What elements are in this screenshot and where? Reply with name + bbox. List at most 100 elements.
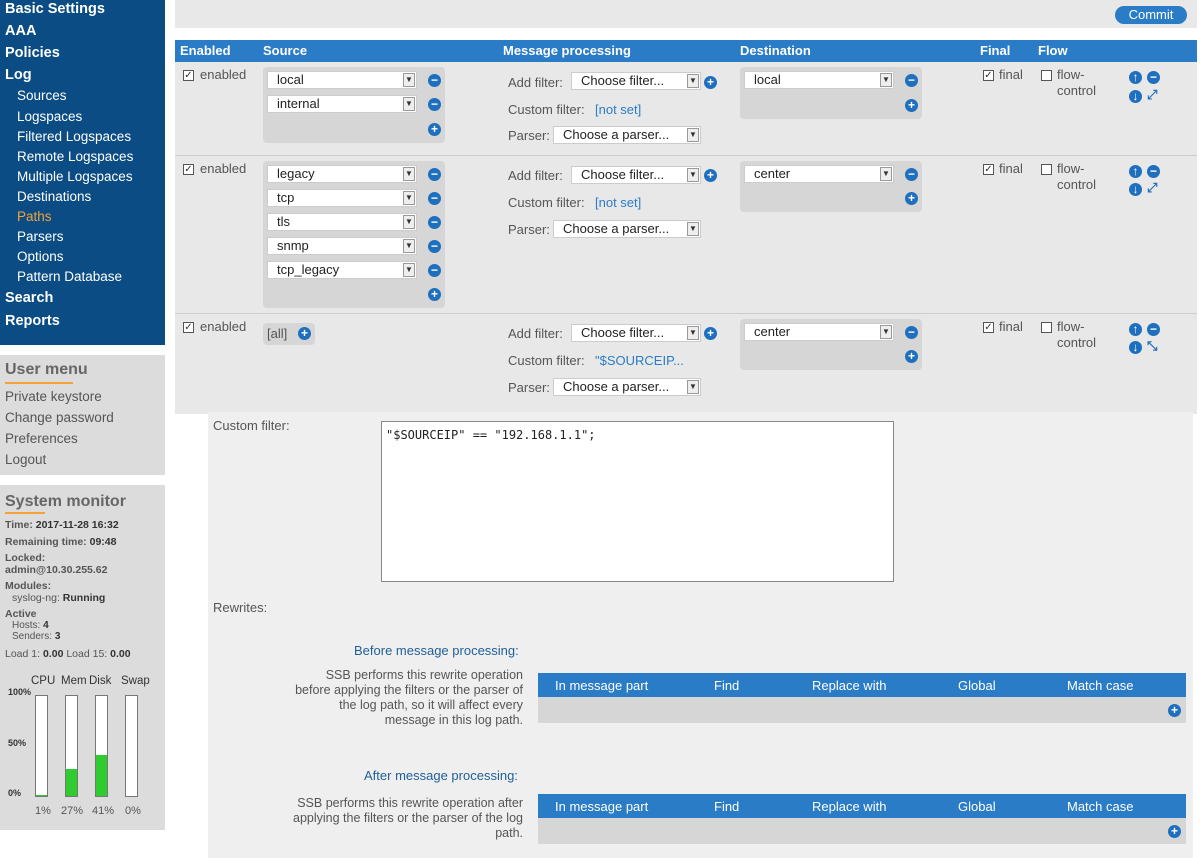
remove-destination-icon[interactable]: −: [905, 74, 918, 87]
nav-log-filtered-logspaces[interactable]: Filtered Logspaces: [17, 129, 131, 144]
nav-log-sources[interactable]: Sources: [17, 88, 67, 103]
remove-destination-icon[interactable]: −: [905, 168, 918, 181]
move-down-icon[interactable]: ↓: [1129, 90, 1142, 103]
parser-select[interactable]: Choose a parser... ▼: [553, 220, 701, 238]
nav-log-remote-logspaces[interactable]: Remote Logspaces: [17, 149, 133, 164]
user-menu-change-password[interactable]: Change password: [5, 410, 114, 425]
sysmon-senders: Senders: 3: [12, 631, 61, 642]
delete-path-icon[interactable]: −: [1147, 165, 1160, 178]
move-up-icon[interactable]: ↑: [1129, 323, 1142, 336]
parser-select[interactable]: Choose a parser... ▼: [553, 126, 701, 144]
nav-search[interactable]: Search: [5, 290, 53, 306]
chevron-down-icon: ▼: [403, 191, 415, 205]
final-checkbox[interactable]: ✓: [983, 322, 994, 333]
nav-log-logspaces[interactable]: Logspaces: [17, 109, 82, 124]
add-rewrite-icon[interactable]: +: [1168, 704, 1181, 717]
move-up-icon[interactable]: ↑: [1129, 71, 1142, 84]
header-flow: Flow: [1038, 43, 1068, 58]
add-rewrite-icon[interactable]: +: [1168, 825, 1181, 838]
chevron-down-icon: ▼: [403, 97, 415, 111]
user-menu-preferences[interactable]: Preferences: [5, 431, 78, 446]
enabled-checkbox[interactable]: ✓: [183, 322, 194, 333]
expand-icon[interactable]: ⤢: [1147, 87, 1157, 103]
nav-log-multiple-logspaces[interactable]: Multiple Logspaces: [17, 169, 133, 184]
nav-log-destinations[interactable]: Destinations: [17, 189, 91, 204]
filter-select[interactable]: Choose filter... ▼: [571, 72, 701, 90]
source-select[interactable]: tls ▼: [267, 213, 417, 231]
rewrite-after-body: +: [538, 818, 1186, 844]
chevron-down-icon: ▼: [687, 380, 699, 394]
col-match-case: Match case: [1067, 678, 1134, 693]
enabled-checkbox[interactable]: ✓: [183, 164, 194, 175]
add-destination-icon[interactable]: +: [905, 350, 918, 363]
cpu-bar: [35, 695, 48, 797]
chevron-down-icon: ▼: [403, 263, 415, 277]
final-checkbox[interactable]: ✓: [983, 164, 994, 175]
delete-path-icon[interactable]: −: [1147, 71, 1160, 84]
collapse-icon[interactable]: ⤡: [1147, 338, 1157, 354]
add-filter-icon[interactable]: +: [704, 169, 717, 182]
nav-log-parsers[interactable]: Parsers: [17, 229, 64, 244]
remove-source-icon[interactable]: −: [428, 168, 441, 181]
source-select[interactable]: tcp_legacy ▼: [267, 261, 417, 279]
filter-select[interactable]: Choose filter... ▼: [571, 324, 701, 342]
user-menu-private-keystore[interactable]: Private keystore: [5, 389, 102, 404]
remove-source-icon[interactable]: −: [428, 216, 441, 229]
nav-basic-settings[interactable]: Basic Settings: [5, 1, 105, 17]
filter-select[interactable]: Choose filter... ▼: [571, 166, 701, 184]
flow-control-label: flow-control: [1057, 161, 1097, 192]
flow-control-checkbox[interactable]: [1041, 164, 1052, 175]
add-destination-icon[interactable]: +: [905, 99, 918, 112]
destination-select[interactable]: center ▼: [744, 165, 894, 183]
custom-filter-link[interactable]: [not set]: [595, 195, 641, 210]
sysmon-remaining: Remaining time: 09:48: [5, 536, 117, 548]
custom-filter-link[interactable]: [not set]: [595, 102, 641, 117]
nav-log[interactable]: Log: [5, 67, 32, 83]
source-select[interactable]: snmp ▼: [267, 237, 417, 255]
paths-table-header: Enabled Source Message processing Destin…: [175, 40, 1197, 62]
add-destination-icon[interactable]: +: [905, 192, 918, 205]
add-source-icon[interactable]: +: [428, 123, 441, 136]
flow-control-checkbox[interactable]: [1041, 322, 1052, 333]
move-down-icon[interactable]: ↓: [1129, 183, 1142, 196]
expand-icon[interactable]: ⤢: [1147, 180, 1157, 196]
source-select[interactable]: tcp ▼: [267, 189, 417, 207]
destination-select[interactable]: local ▼: [744, 71, 894, 89]
add-source-icon[interactable]: +: [298, 327, 311, 340]
add-filter-icon[interactable]: +: [704, 327, 717, 340]
remove-source-icon[interactable]: −: [428, 98, 441, 111]
user-menu-logout[interactable]: Logout: [5, 452, 46, 467]
commit-button[interactable]: Commit: [1115, 6, 1187, 24]
enabled-checkbox[interactable]: ✓: [183, 70, 194, 81]
move-up-icon[interactable]: ↑: [1129, 165, 1142, 178]
parser-select[interactable]: Choose a parser... ▼: [553, 378, 701, 396]
mem-bar-fill: [66, 769, 77, 796]
nav-log-pattern-database[interactable]: Pattern Database: [17, 269, 122, 284]
destination-select[interactable]: center ▼: [744, 323, 894, 341]
source-select[interactable]: internal ▼: [267, 95, 417, 113]
final-checkbox[interactable]: ✓: [983, 70, 994, 81]
add-filter-icon[interactable]: +: [704, 76, 717, 89]
remove-source-icon[interactable]: −: [428, 264, 441, 277]
remove-source-icon[interactable]: −: [428, 192, 441, 205]
move-down-icon[interactable]: ↓: [1129, 341, 1142, 354]
source-select[interactable]: legacy ▼: [267, 165, 417, 183]
custom-filter-textarea[interactable]: "$SOURCEIP" == "192.168.1.1";: [381, 421, 894, 582]
remove-destination-icon[interactable]: −: [905, 326, 918, 339]
delete-path-icon[interactable]: −: [1147, 323, 1160, 336]
flow-control-label: flow-control: [1057, 319, 1097, 350]
remove-source-icon[interactable]: −: [428, 74, 441, 87]
flow-control-checkbox[interactable]: [1041, 70, 1052, 81]
chevron-down-icon: ▼: [403, 239, 415, 253]
nav-reports[interactable]: Reports: [5, 313, 60, 329]
add-source-icon[interactable]: +: [428, 288, 441, 301]
source-select[interactable]: local ▼: [267, 71, 417, 89]
user-menu-title: User menu: [5, 361, 88, 378]
nav-policies[interactable]: Policies: [5, 45, 60, 61]
nav-log-paths[interactable]: Paths: [17, 209, 52, 224]
custom-filter-link[interactable]: "$SOURCEIP...: [595, 353, 684, 368]
remove-source-icon[interactable]: −: [428, 240, 441, 253]
nav-aaa[interactable]: AAA: [5, 23, 36, 39]
swap-bar: [125, 695, 138, 797]
nav-log-options[interactable]: Options: [17, 249, 64, 264]
